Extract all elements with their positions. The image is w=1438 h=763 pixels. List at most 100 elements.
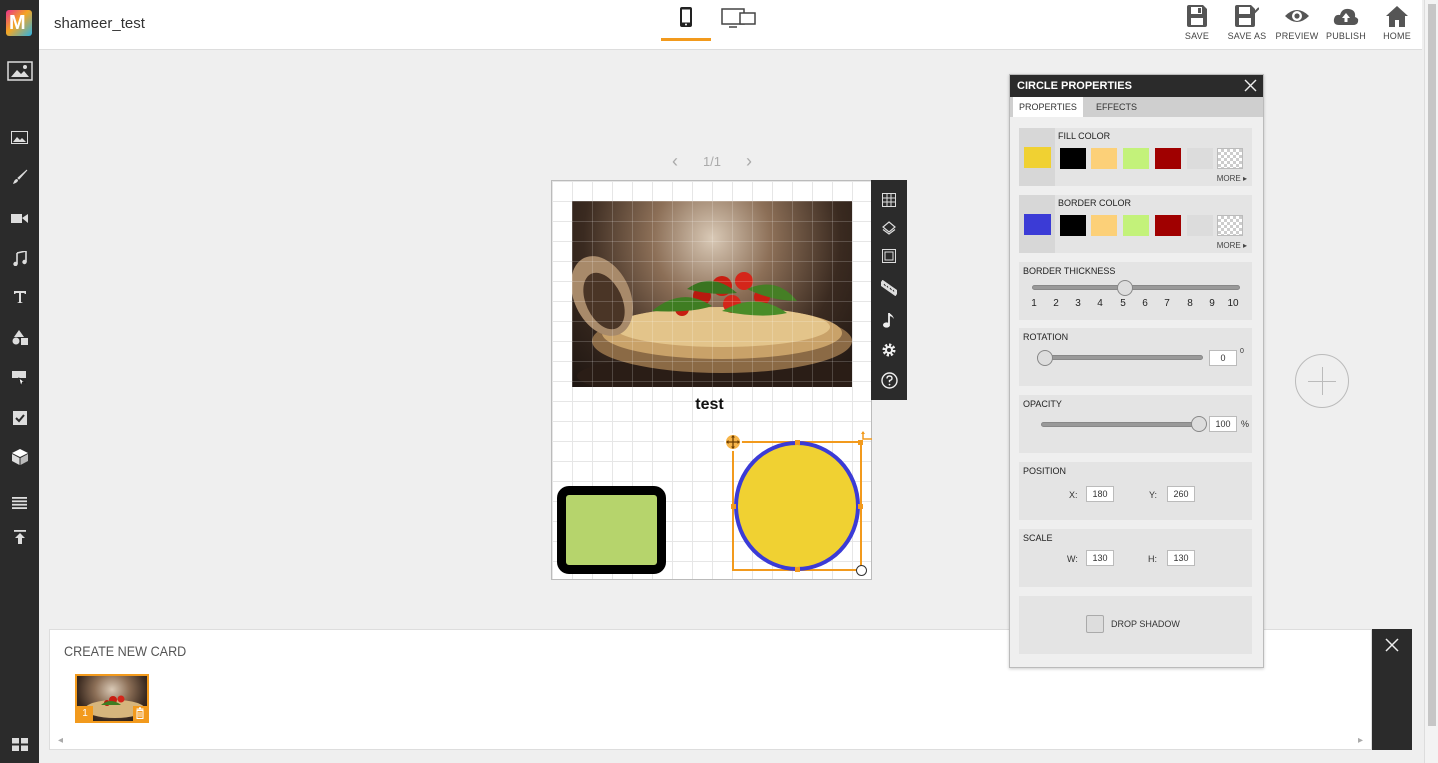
widget-icon[interactable] (0, 367, 39, 389)
resize-dot[interactable] (795, 440, 800, 445)
border-swatch-lime[interactable] (1123, 215, 1149, 236)
border-swatch-gray[interactable] (1187, 215, 1213, 236)
trash-icon[interactable] (133, 706, 147, 721)
video-icon[interactable] (0, 207, 39, 229)
prev-page-button[interactable]: ‹ (672, 152, 678, 170)
app-logo[interactable]: M (6, 10, 32, 36)
ruler-icon[interactable] (871, 277, 907, 299)
mobile-device-tab[interactable] (661, 4, 711, 41)
rotation-input[interactable]: 0 (1209, 350, 1237, 366)
opacity-unit: % (1241, 419, 1250, 429)
thickness-tick: 2 (1053, 298, 1059, 309)
thickness-slider-track[interactable] (1032, 285, 1240, 290)
publish-button[interactable]: PUBLISH (1321, 5, 1371, 41)
opacity-input[interactable]: 100 (1209, 416, 1237, 432)
opacity-slider-knob[interactable] (1191, 416, 1207, 432)
upload-icon[interactable] (0, 526, 39, 548)
fill-swatch-peach[interactable] (1091, 148, 1117, 169)
add-page-button[interactable] (1295, 354, 1349, 408)
logo-letter: M (9, 12, 26, 34)
border-more-button[interactable]: MORE ▸ (1217, 241, 1247, 250)
scale-h-input[interactable]: 130 (1167, 550, 1195, 566)
layers-icon[interactable] (871, 217, 907, 239)
scale-handle[interactable] (856, 565, 867, 576)
tab-effects[interactable]: EFFECTS (1090, 97, 1143, 117)
scale-section: SCALE W: 130 H: 130 (1019, 529, 1252, 587)
rotation-section: ROTATION 0 0 (1019, 328, 1252, 386)
text-icon[interactable] (0, 286, 39, 308)
rotation-unit: 0 (1240, 348, 1244, 355)
list-icon[interactable] (0, 492, 39, 514)
vertical-scrollbar[interactable] (1424, 0, 1438, 763)
project-title[interactable]: shameer_test (54, 15, 145, 32)
position-x-input[interactable]: 180 (1086, 486, 1114, 502)
yellow-circle[interactable] (734, 441, 860, 571)
drop-shadow-checkbox[interactable] (1086, 615, 1104, 633)
panel-title: CIRCLE PROPERTIES (1017, 80, 1132, 92)
rotation-slider-knob[interactable] (1037, 350, 1053, 366)
brush-icon[interactable] (0, 166, 39, 188)
next-page-button[interactable]: › (746, 152, 752, 170)
home-button[interactable]: HOME (1372, 5, 1422, 41)
thickness-slider-knob[interactable] (1117, 280, 1133, 296)
grid-view-icon[interactable] (0, 733, 39, 755)
card-thumbnail[interactable]: 1 (75, 674, 149, 723)
position-y-input[interactable]: 260 (1167, 486, 1195, 502)
cloud-upload-icon (1333, 8, 1359, 25)
audio-icon[interactable] (0, 247, 39, 269)
top-bar: shameer_test SAVE SAVE AS PREVIEW PUBLIS… (39, 0, 1422, 50)
card-canvas[interactable]: test (551, 180, 872, 580)
publish-label: PUBLISH (1326, 31, 1366, 41)
tab-properties[interactable]: PROPERTIES (1013, 97, 1083, 117)
preview-label: PREVIEW (1275, 31, 1319, 41)
shapes-icon[interactable] (0, 326, 39, 348)
opacity-slider-track[interactable] (1041, 422, 1204, 427)
rotation-slider-track[interactable] (1037, 355, 1203, 360)
thickness-tick: 7 (1164, 298, 1170, 309)
card-text-label[interactable]: test (552, 396, 867, 414)
fill-more-button[interactable]: MORE ▸ (1217, 174, 1247, 183)
resize-dot[interactable] (795, 567, 800, 572)
desktop-device-tab[interactable] (714, 4, 764, 41)
border-color-title: BORDER COLOR (1058, 198, 1132, 208)
green-rounded-rectangle[interactable] (557, 486, 666, 574)
thickness-tick: 9 (1209, 298, 1215, 309)
mobile-device-icon (680, 7, 692, 27)
border-swatch-red[interactable] (1155, 215, 1181, 236)
3d-box-icon[interactable] (0, 446, 39, 468)
grid-icon[interactable] (871, 189, 907, 211)
settings-icon[interactable] (871, 339, 907, 361)
save-button[interactable]: SAVE (1172, 5, 1222, 41)
fill-swatch-lime[interactable] (1123, 148, 1149, 169)
strip-scroll-left-icon[interactable]: ◂ (58, 735, 63, 746)
scrollbar-thumb[interactable] (1428, 4, 1436, 726)
fill-swatch-red[interactable] (1155, 148, 1181, 169)
strip-scroll-right-icon[interactable]: ▸ (1358, 735, 1363, 746)
fill-swatch-gray[interactable] (1187, 148, 1213, 169)
strip-close-button[interactable] (1372, 629, 1412, 750)
quiz-icon[interactable] (0, 407, 39, 429)
frame-icon[interactable] (871, 245, 907, 267)
fill-swatch-transparent[interactable] (1217, 148, 1243, 169)
preview-button[interactable]: PREVIEW (1272, 5, 1322, 41)
save-as-button[interactable]: SAVE AS (1222, 5, 1272, 41)
pizza-image[interactable] (572, 201, 852, 387)
resize-dot[interactable] (731, 504, 736, 509)
move-handle-icon[interactable] (724, 433, 742, 451)
resize-dot[interactable] (858, 504, 863, 509)
rotate-handle-icon[interactable] (860, 429, 874, 448)
music-note-icon[interactable] (871, 309, 907, 331)
selected-circle[interactable] (724, 431, 872, 576)
background-icon[interactable] (0, 59, 39, 83)
scale-w-input[interactable]: 130 (1086, 550, 1114, 566)
current-fill-swatch[interactable] (1019, 128, 1055, 186)
fill-swatch-black[interactable] (1060, 148, 1086, 169)
image-icon[interactable] (0, 126, 39, 148)
border-swatch-transparent[interactable] (1217, 215, 1243, 236)
border-swatch-peach[interactable] (1091, 215, 1117, 236)
border-swatch-black[interactable] (1060, 215, 1086, 236)
panel-close-icon[interactable] (1244, 79, 1257, 95)
page-side-tools (871, 180, 907, 400)
current-border-swatch[interactable] (1019, 195, 1055, 253)
help-icon[interactable] (871, 369, 907, 391)
